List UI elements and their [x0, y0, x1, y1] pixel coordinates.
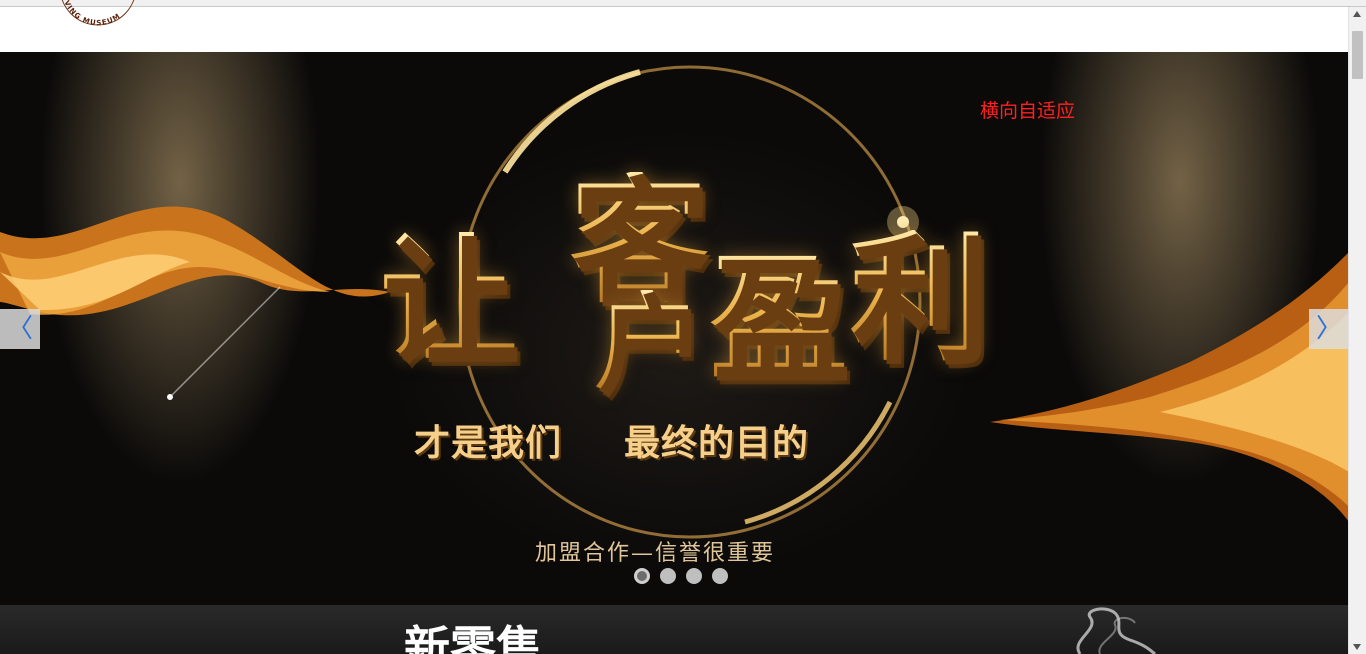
- svg-text:LIVING MUSEUM: LIVING MUSEUM: [60, 0, 122, 27]
- scroll-down-arrow-icon[interactable]: [1353, 644, 1361, 650]
- slogan-sub-left: 才是我们: [414, 423, 563, 464]
- museum-logo[interactable]: LIVING MUSEUM: [50, 0, 146, 37]
- slogan-sub-right: 最终的目的: [624, 423, 810, 464]
- scroll-up-arrow-icon[interactable]: [1353, 11, 1361, 17]
- hero-carousel[interactable]: 横向自适应 让 客 户 盈 利 才是我们 最终的目的 加盟合作—信誉很重要 〈 …: [0, 52, 1349, 605]
- carousel-next-button[interactable]: 〉: [1309, 309, 1349, 349]
- slogan-char-5: 利: [850, 217, 989, 380]
- smoke-decoration: [1076, 607, 1156, 654]
- slogan-char-1: 让: [380, 219, 519, 382]
- scroll-thumb[interactable]: [1352, 31, 1363, 79]
- slogan-tagline: 加盟合作—信誉很重要: [535, 541, 776, 566]
- carousel-dot-4[interactable]: [712, 568, 728, 584]
- site-header: LIVING MUSEUM: [0, 0, 1349, 52]
- carousel-indicators: [634, 568, 728, 584]
- carousel-prev-button[interactable]: 〈: [0, 309, 40, 349]
- slogan-char-4: 盈: [710, 237, 849, 400]
- logo-text: LIVING MUSEUM: [60, 0, 121, 27]
- adaptive-note: 横向自适应: [980, 100, 1076, 122]
- carousel-dot-2[interactable]: [660, 568, 676, 584]
- page-scrollbar[interactable]: [1348, 7, 1366, 654]
- new-retail-section: 新零售: [0, 605, 1349, 654]
- carousel-dot-1[interactable]: [634, 568, 650, 584]
- section-title: 新零售: [404, 621, 542, 654]
- window-top-border: [0, 0, 1366, 7]
- chevron-left-icon: 〈: [6, 314, 33, 344]
- chevron-right-icon: 〉: [1315, 314, 1342, 344]
- slogan-headline: 让 客 户 盈 利: [380, 172, 1000, 412]
- slogan-char-3: 户: [595, 281, 704, 407]
- carousel-dot-3[interactable]: [686, 568, 702, 584]
